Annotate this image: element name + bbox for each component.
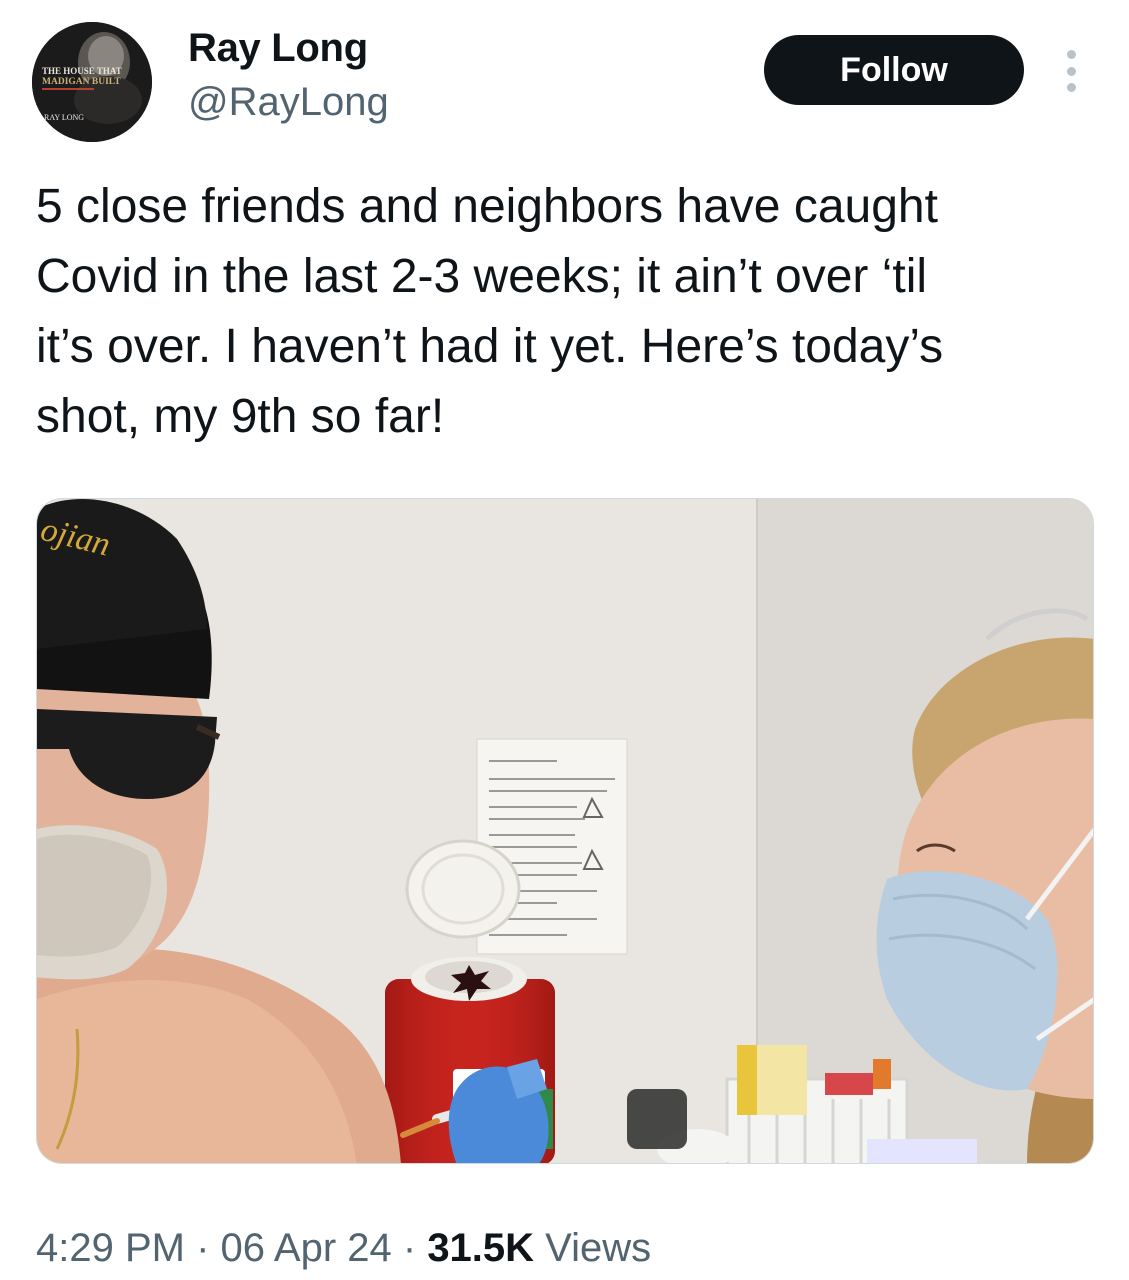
vaccination-photo-illustration: ojian cle xyxy=(37,499,1093,1163)
meta-separator: · xyxy=(391,1226,428,1270)
avatar-book-cover-image: THE HOUSE THAT MADIGAN BUILT RAY LONG xyxy=(32,22,152,142)
tweet-time[interactable]: 4:29 PM xyxy=(36,1226,185,1270)
more-dot xyxy=(1066,50,1076,59)
views-label: Views xyxy=(534,1226,652,1270)
more-dot xyxy=(1066,66,1076,76)
views-count: 31.5K xyxy=(427,1226,535,1270)
follow-button[interactable]: Follow xyxy=(764,35,1024,105)
avatar-book-title-line2: MADIGAN BUILT xyxy=(42,77,121,87)
avatar-book-title-line1: THE HOUSE THAT xyxy=(42,66,122,76)
more-dots-icon[interactable] xyxy=(1056,50,1086,92)
meta-separator: · xyxy=(184,1226,221,1270)
author-name[interactable]: Ray Long xyxy=(188,26,368,71)
tweet-card: THE HOUSE THAT MADIGAN BUILT RAY LONG Ra… xyxy=(0,0,1129,1280)
avatar-book-author: RAY LONG xyxy=(44,113,84,122)
tweet-photo[interactable]: ojian cle xyxy=(36,498,1094,1164)
tweet-text: 5 close friends and neighbors have caugh… xyxy=(36,180,944,443)
author-avatar[interactable]: THE HOUSE THAT MADIGAN BUILT RAY LONG xyxy=(32,22,152,142)
more-dot xyxy=(1066,83,1076,92)
tweet-date[interactable]: 06 Apr 24 xyxy=(221,1226,392,1270)
tweet-metadata: 4:29 PM · 06 Apr 24 · 31.5K Views xyxy=(36,1226,651,1271)
author-handle[interactable]: @RayLong xyxy=(188,80,389,125)
